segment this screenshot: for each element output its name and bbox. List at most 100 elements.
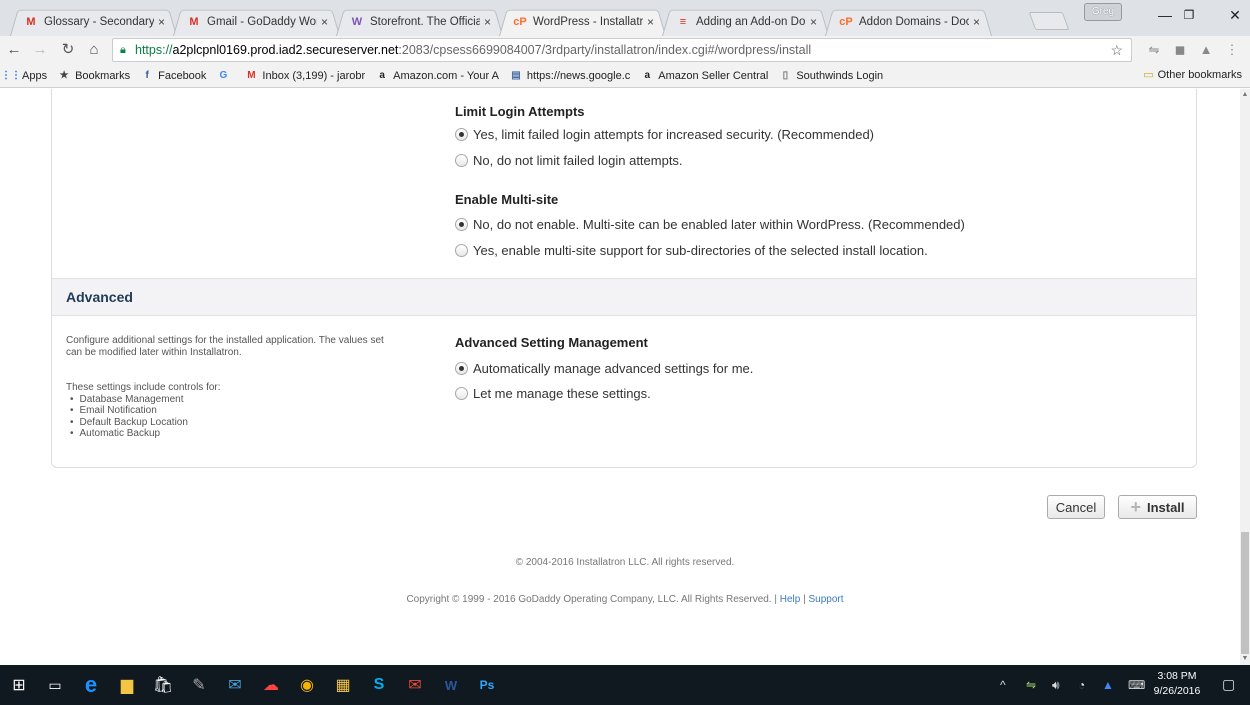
reload-icon[interactable]: ↻ — [58, 40, 78, 60]
radio-button[interactable] — [455, 154, 468, 167]
mail-icon[interactable]: ✉ — [222, 672, 248, 698]
app-grid-icon[interactable]: ▦ — [330, 672, 356, 698]
radio-button[interactable] — [455, 387, 468, 400]
scroll-up-icon[interactable]: ▲ — [1240, 89, 1250, 101]
forward-icon[interactable]: → — [30, 40, 50, 60]
browser-tab[interactable]: W Storefront. The Official × — [332, 7, 507, 36]
tab-close-icon[interactable]: × — [647, 15, 654, 29]
gmail-icon: M — [189, 15, 199, 28]
page-viewport: Limit Login Attempts Yes, limit failed l… — [0, 89, 1240, 665]
volume-icon[interactable]: 🔊︎ — [1052, 678, 1060, 693]
advanced-controls-intro: These settings include controls for: — [66, 382, 221, 393]
manual-manage-option[interactable]: Let me manage these settings. — [455, 386, 651, 401]
tab-title: Gmail - GoDaddy Word — [207, 15, 317, 28]
godaddy-copyright-text: Copyright © 1999 - 2016 GoDaddy Operatin… — [406, 594, 772, 605]
limit-login-yes-option[interactable]: Yes, limit failed login attempts for inc… — [455, 127, 874, 142]
tab-title: WordPress - Installatro — [533, 15, 643, 28]
bookmark-item[interactable]: ★ Bookmarks — [57, 69, 131, 83]
bookmark-item[interactable]: f Facebook — [140, 69, 206, 83]
bookmark-item[interactable]: a Amazon.com - Your A — [375, 69, 499, 83]
gmail-icon: M — [26, 15, 36, 28]
tab-title: Addon Domains - Docu — [859, 15, 969, 28]
support-link[interactable]: Support — [809, 594, 844, 605]
option-label: Yes, enable multi-site support for sub-d… — [473, 243, 928, 258]
limit-login-no-option[interactable]: No, do not limit failed login attempts. — [455, 153, 683, 168]
bookmark-label: Bookmarks — [75, 69, 131, 82]
help-link[interactable]: Help — [780, 594, 801, 605]
amazon-icon: a — [379, 70, 385, 81]
bookmark-item[interactable]: ⋮⋮ Apps — [1, 69, 47, 83]
browser-tab[interactable]: cP Addon Domains - Docu × — [821, 7, 996, 36]
browser-tab[interactable]: cP WordPress - Installatro × — [495, 7, 670, 36]
photoshop-icon[interactable]: Ps — [474, 672, 500, 698]
google-drive-icon[interactable]: ▲ — [1102, 678, 1114, 692]
keyboard-icon[interactable]: ⌨ — [1128, 678, 1145, 692]
install-button[interactable]: + Install — [1118, 495, 1197, 519]
windows-taskbar: ⊞ ▭ e ▆ 🛍︎ ✎ ✉ ☁ ◉ ▦ S ✉ W Ps ^ ⇋ 🔊︎ ◔ ▲… — [0, 665, 1250, 705]
radio-button[interactable] — [455, 244, 468, 257]
plus-icon: + — [1130, 497, 1141, 517]
scrollbar-thumb[interactable] — [1241, 532, 1249, 654]
radio-button[interactable] — [455, 128, 468, 141]
tab-title: Glossary - Secondary o — [44, 15, 154, 28]
home-icon[interactable]: ⌂ — [84, 40, 104, 60]
bookmark-star-icon[interactable]: ☆ — [1110, 39, 1123, 61]
auto-manage-option[interactable]: Automatically manage advanced settings f… — [455, 361, 753, 376]
back-icon[interactable]: ← — [4, 40, 24, 60]
facebook-icon: f — [145, 70, 149, 81]
other-bookmarks[interactable]: ▭ Other bookmarks — [1143, 68, 1242, 82]
store-icon[interactable]: 🛍︎ — [150, 672, 176, 698]
menu-icon[interactable]: ⋮ — [1224, 42, 1240, 58]
browser-titlebar: M Glossary - Secondary o × M Gmail - GoDaddy… — [0, 0, 1250, 36]
bookmark-item[interactable]: M Inbox (3,199) - jarobr — [244, 69, 365, 83]
mail-app-icon[interactable]: ✉ — [402, 672, 428, 698]
browser-tab[interactable]: ≡ Adding an Add-on Dom × — [658, 7, 833, 36]
tab-close-icon[interactable]: × — [321, 15, 328, 29]
bookmark-item[interactable]: ▯ Southwinds Login — [778, 69, 884, 83]
advanced-section-header[interactable]: Advanced — [52, 278, 1196, 316]
file-explorer-icon[interactable]: ▆ — [114, 672, 140, 698]
restore-icon[interactable]: ❐ — [1166, 0, 1212, 30]
cloud-app-icon[interactable]: ☁ — [258, 672, 284, 698]
tray-app-icon[interactable]: ⇋ — [1026, 678, 1036, 692]
system-clock[interactable]: 3:08 PM 9/26/2016 — [1152, 669, 1202, 699]
bookmark-item[interactable]: ▤ https://news.google.c — [509, 69, 630, 83]
edge-icon[interactable]: e — [78, 672, 104, 698]
browser-tab[interactable]: M Gmail - GoDaddy Word × — [169, 7, 344, 36]
list-item: Default Backup Location — [66, 417, 188, 428]
tab-close-icon[interactable]: × — [158, 15, 165, 29]
url-host: a2plcpnl0169.prod.iad2.secureserver.net — [172, 43, 399, 57]
option-label: Let me manage these settings. — [473, 386, 651, 401]
multisite-yes-option[interactable]: Yes, enable multi-site support for sub-d… — [455, 243, 928, 258]
notifications-icon[interactable]: ▢ — [1222, 676, 1235, 693]
address-bar[interactable]: 🔒︎ https://a2plcpnl0169.prod.iad2.secure… — [112, 38, 1132, 62]
tab-close-icon[interactable]: × — [973, 15, 980, 29]
skype-icon[interactable]: S — [366, 672, 392, 698]
tray-chevron-icon[interactable]: ^ — [1000, 678, 1006, 692]
option-label: Automatically manage advanced settings f… — [473, 361, 754, 376]
new-tab-button[interactable] — [1028, 12, 1070, 30]
word-icon[interactable]: W — [438, 672, 464, 698]
cancel-button[interactable]: Cancel — [1047, 495, 1105, 519]
radio-button[interactable] — [455, 218, 468, 231]
extension-icon[interactable]: ◼ — [1172, 42, 1188, 58]
pen-icon[interactable]: ✎ — [186, 672, 212, 698]
task-view-icon[interactable]: ▭ — [42, 672, 68, 698]
browser-tab[interactable]: M Glossary - Secondary o × — [6, 7, 181, 36]
close-icon[interactable]: ✕ — [1212, 0, 1250, 30]
multisite-no-option[interactable]: No, do not enable. Multi-site can be ena… — [455, 217, 965, 232]
chrome-icon[interactable]: ◉ — [294, 672, 320, 698]
tab-close-icon[interactable]: × — [484, 15, 491, 29]
radio-button[interactable] — [455, 362, 468, 375]
wifi-icon[interactable]: ◔ — [1078, 678, 1085, 692]
extension-icon[interactable]: ▲ — [1198, 42, 1214, 58]
bookmark-item[interactable]: G — [216, 69, 234, 83]
scroll-down-icon[interactable]: ▼ — [1240, 653, 1250, 665]
advanced-controls-list: Database ManagementEmail NotificationDef… — [66, 394, 188, 439]
profile-badge[interactable]: Greg — [1084, 3, 1122, 21]
tab-close-icon[interactable]: × — [810, 15, 817, 29]
bookmark-item[interactable]: a Amazon Seller Central — [640, 69, 768, 83]
extension-icon[interactable]: ⇋ — [1146, 42, 1162, 58]
install-label: Install — [1146, 499, 1185, 515]
windows-start-icon[interactable]: ⊞ — [6, 672, 32, 698]
